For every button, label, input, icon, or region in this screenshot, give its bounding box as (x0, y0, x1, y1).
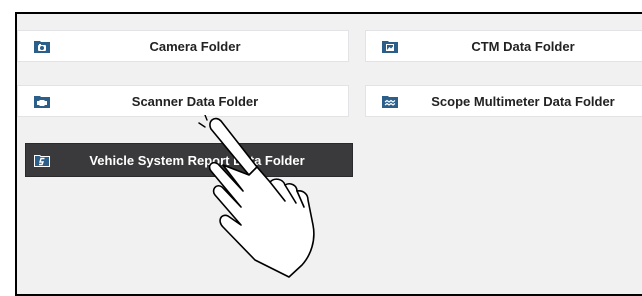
waveform-folder-icon (382, 96, 398, 108)
scope-multimeter-data-folder-label: Scope Multimeter Data Folder (431, 93, 615, 109)
tap-hand-icon (198, 115, 315, 278)
ctm-data-folder-button[interactable]: CTM Data Folder (365, 30, 642, 62)
scanner-data-folder-label: Scanner Data Folder (131, 93, 259, 109)
ctm-data-folder-label: CTM Data Folder (471, 38, 575, 54)
report-folder-icon (34, 155, 50, 167)
scope-multimeter-data-folder-button[interactable]: Scope Multimeter Data Folder (365, 85, 642, 117)
folder-panel: Camera Folder CTM Data Folder Scanner Da… (15, 12, 642, 296)
image-folder-icon (382, 41, 398, 53)
camera-folder-icon (34, 41, 50, 53)
scanner-data-folder-button[interactable]: Scanner Data Folder (17, 85, 349, 117)
camera-folder-label: Camera Folder (149, 38, 241, 54)
scanner-folder-icon (34, 96, 50, 108)
camera-folder-button[interactable]: Camera Folder (17, 30, 349, 62)
